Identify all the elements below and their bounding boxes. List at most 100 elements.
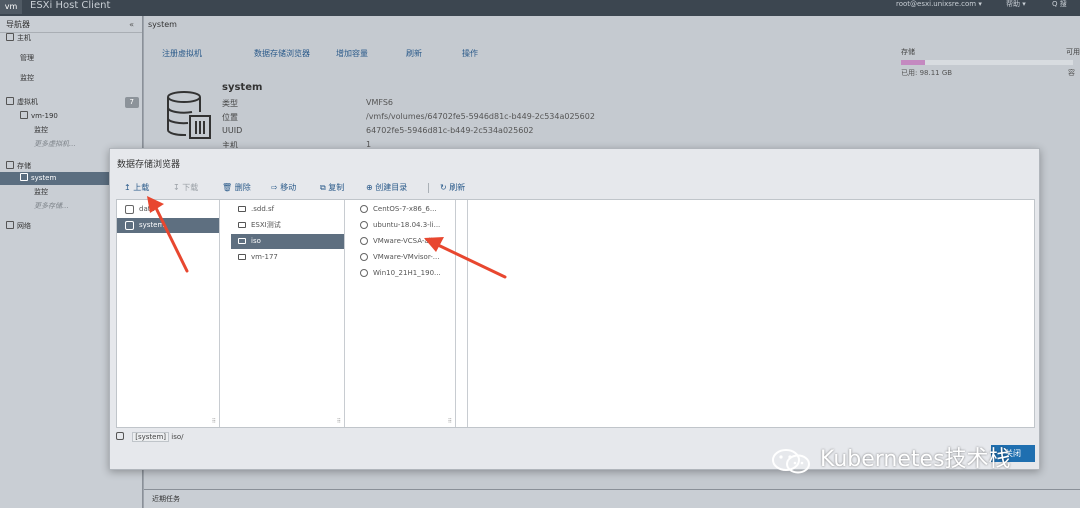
prop-value: /vmfs/volumes/64702fe5-5946d81c-b449-2c5… [366, 112, 595, 121]
file-column: ⠿ CentOS-7-x86_6... ubuntu-18.04.3-li... V… [353, 200, 456, 427]
move-button[interactable]: ⇨ 移动 [271, 179, 296, 196]
nav-item-icon [6, 33, 14, 41]
nav-item[interactable]: 监控 [0, 72, 143, 85]
datastore-item[interactable]: data [117, 202, 219, 217]
delete-button[interactable]: 🗑 删除 [222, 179, 251, 196]
item-label: data [139, 205, 155, 213]
folder-item[interactable]: ESXI测试 [231, 218, 344, 233]
nav-item-label: 管理 [20, 54, 34, 62]
nav-item-icon [6, 97, 14, 105]
folder-icon [238, 206, 246, 212]
resize-grip-icon[interactable]: ⠿ [448, 418, 452, 425]
upload-button[interactable]: ↥ 上载 [124, 179, 149, 196]
file-item[interactable]: CentOS-7-x86_6... [353, 202, 455, 217]
nav-item-label: 监控 [34, 126, 48, 134]
nav-item-icon [20, 111, 28, 119]
storage-usage-fill [901, 60, 926, 65]
prop-key: UUID [222, 126, 243, 135]
path-datastore: [system] [132, 432, 170, 442]
tab-system[interactable]: system [148, 18, 177, 32]
wechat-icon [772, 449, 810, 474]
datastore-small-icon [116, 432, 124, 440]
folder-icon [238, 238, 246, 244]
item-label: CentOS-7-x86_6... [373, 205, 437, 213]
nav-item-label: 主机 [17, 34, 31, 42]
folder-item[interactable]: vm-177 [231, 250, 344, 265]
disc-image-icon [360, 269, 368, 277]
nav-item[interactable]: 主机 [0, 32, 143, 45]
nav-item[interactable]: 管理 [0, 52, 143, 65]
nav-item-icon [20, 173, 28, 181]
item-label: VMware-VMvisor-... [373, 253, 440, 261]
datastore-toolbar: 注册虚拟机 数据存储浏览器 增加容量 刷新 操作 [144, 46, 844, 62]
increase-capacity-button[interactable]: 增加容量 [336, 46, 368, 62]
path-folder: iso/ [171, 433, 184, 441]
datastore-browser-dialog: 数据存储浏览器 ↥ 上载 ↧ 下载 🗑 删除 ⇨ 移动 ⧉ 复制 ⊕ 创建目录 … [109, 148, 1040, 470]
vmware-logo: vm [0, 0, 22, 14]
folder-item[interactable]: iso [231, 234, 344, 249]
nav-item[interactable]: 虚拟机 7 [0, 96, 143, 109]
datastore-icon [125, 204, 134, 214]
refresh-button[interactable]: ↻ 刷新 [440, 179, 465, 196]
navigator-title: 导航器 [6, 20, 30, 29]
folder-item[interactable]: .sdd.sf [231, 202, 344, 217]
create-directory-button[interactable]: ⊕ 创建目录 [366, 179, 407, 196]
resize-grip-icon[interactable]: ⠿ [337, 418, 341, 425]
nav-item-icon [6, 221, 14, 229]
item-label: system [139, 221, 165, 229]
datastore-browser-button[interactable]: 数据存储浏览器 [254, 46, 310, 62]
collapse-icon[interactable]: « [129, 16, 134, 33]
copy-button[interactable]: ⧉ 复制 [320, 179, 344, 196]
item-label: ESXI测试 [251, 221, 281, 229]
help-menu[interactable]: 帮助 ▾ [1006, 0, 1026, 8]
vm-count-badge: 7 [124, 97, 139, 108]
file-item[interactable]: Win10_21H1_190... [353, 266, 455, 281]
folder-column: ⠿ .sdd.sf ESXI测试 iso vm-177 [231, 200, 345, 427]
file-item[interactable]: VMware-VCSA-all-... [353, 234, 455, 249]
prop-value: VMFS6 [366, 98, 394, 107]
datastore-icon [125, 220, 134, 230]
datastore-name: system [222, 82, 263, 93]
item-label: VMware-VCSA-all-... [373, 237, 442, 245]
nav-item-label: 网络 [17, 222, 31, 230]
nav-item-icon [6, 161, 14, 169]
item-label: iso [251, 237, 261, 245]
capacity-label: 容 [1068, 69, 1075, 77]
used-label: 已用: 98.11 GB [901, 69, 953, 77]
file-item[interactable]: ubuntu-18.04.3-li... [353, 218, 455, 233]
datastore-icon [167, 91, 211, 139]
prop-key: 位置 [222, 113, 238, 122]
download-button[interactable]: ↧ 下载 [173, 179, 198, 196]
refresh-button[interactable]: 刷新 [406, 46, 422, 62]
datastore-column: ⠿ data system [117, 200, 220, 427]
storage-label: 存储 [901, 48, 915, 56]
available-label: 可用 [1066, 48, 1080, 56]
top-bar: vm ESXi Host Client root@esxi.unixsre.co… [0, 0, 1080, 16]
user-menu[interactable]: root@esxi.unixsre.com ▾ [896, 0, 982, 8]
nav-item-label: 存储 [17, 162, 31, 170]
datastore-item[interactable]: system [117, 218, 219, 233]
file-item[interactable]: VMware-VMvisor-... [353, 250, 455, 265]
nav-item[interactable]: 监控 [0, 124, 143, 137]
search-button[interactable]: Q 搜 [1052, 0, 1067, 8]
disc-image-icon [360, 205, 368, 213]
actions-button[interactable]: 操作 [462, 46, 478, 62]
register-vm-button[interactable]: 注册虚拟机 [162, 46, 202, 62]
watermark-text: Kubernetes技术栈 [820, 447, 1011, 472]
nav-item-label: vm-190 [31, 112, 58, 120]
recent-tasks-bar[interactable]: 近期任务 [144, 489, 1080, 508]
disc-image-icon [360, 237, 368, 245]
nav-item[interactable]: vm-190 [0, 110, 143, 123]
app-title: ESXi Host Client [30, 0, 111, 11]
browser-columns: ⠿ data system ⠿ .sdd.sf ESXI测试 iso vm-177 ⠿ … [116, 199, 1035, 428]
nav-item-label: 监控 [34, 188, 48, 196]
item-label: .sdd.sf [251, 205, 275, 213]
resize-grip-icon[interactable]: ⠿ [212, 418, 216, 425]
prop-value: 64702fe5-5946d81c-b449-2c534a025602 [366, 126, 534, 135]
empty-column-divider [466, 200, 468, 427]
folder-icon [238, 254, 246, 260]
disc-image-icon [360, 221, 368, 229]
nav-item-label: system [31, 174, 57, 182]
path-bar: [system] iso/ [116, 430, 183, 444]
nav-item-label: 更多存储... [34, 202, 69, 210]
